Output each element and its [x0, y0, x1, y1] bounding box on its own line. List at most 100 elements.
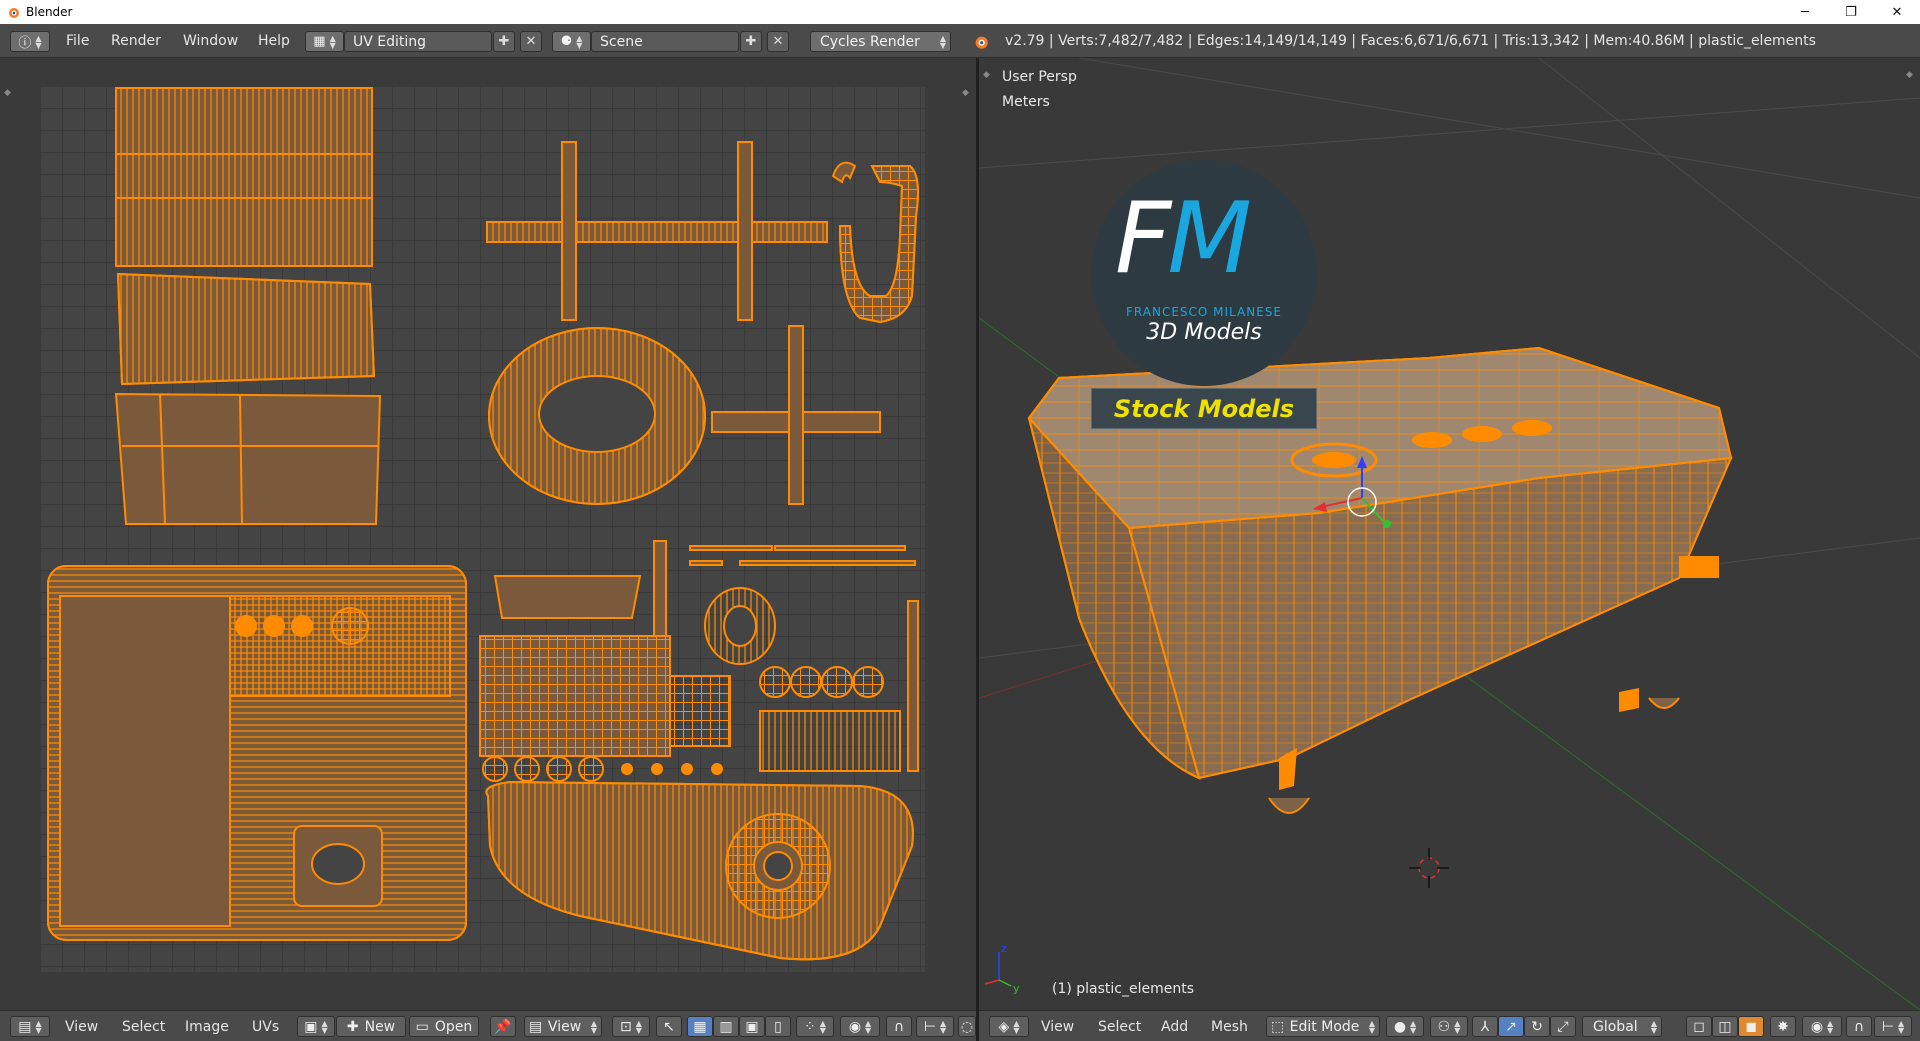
image-browse-button[interactable]: ▣ ▲ ▼ [297, 1016, 335, 1037]
uv-menu-uvs[interactable]: UVs [252, 1011, 279, 1041]
orientation-dropdown[interactable]: Global ▲ ▼ [1582, 1016, 1662, 1037]
snap-toggle[interactable]: ◉ ▲ ▼ [840, 1016, 880, 1037]
vertex-icon: ▦ [693, 1018, 707, 1035]
mode-label: Edit Mode [1289, 1018, 1360, 1035]
edge-select-button[interactable]: ◫ [1712, 1016, 1738, 1037]
overflow-button[interactable]: ◌ [958, 1016, 976, 1037]
translate-manipulator-button[interactable]: ↗ [1498, 1016, 1524, 1037]
uv-menu-select[interactable]: Select [122, 1011, 165, 1041]
editor-type-selector[interactable]: ▤ ▲ ▼ [10, 1016, 50, 1037]
snap-element-dropdown[interactable]: ⊢ ▲ ▼ [1874, 1016, 1912, 1037]
shading-dropdown[interactable]: ● ▲ ▼ [1386, 1016, 1424, 1037]
remove-screen-button[interactable]: ✕ [520, 31, 542, 52]
uv-image-editor[interactable]: ◆ ◆ [0, 58, 976, 1010]
menu-window[interactable]: Window [183, 24, 238, 58]
x-icon: ✕ [772, 34, 784, 49]
mode-dropdown[interactable]: ⬚ Edit Mode ▲ ▼ [1266, 1016, 1380, 1037]
plus-icon: ✚ [498, 34, 510, 49]
cube-icon: ◈ [998, 1018, 1010, 1035]
arrow-icon: ↗ [1505, 1018, 1517, 1035]
uv-canvas[interactable] [40, 86, 925, 972]
screen-layout-name[interactable]: UV Editing [344, 31, 492, 52]
plus-icon: ✚ [346, 1018, 359, 1035]
snap-target-dropdown[interactable]: ⊢ ▲ ▼ [916, 1016, 954, 1037]
view3d-menu-mesh[interactable]: Mesh [1211, 1011, 1248, 1041]
snap-target-icon: ⊢ [923, 1018, 937, 1035]
view3d-menu-view[interactable]: View [1041, 1011, 1074, 1041]
logo-author: FRANCESCO MILANESE [1126, 305, 1282, 319]
svg-text:y: y [1013, 982, 1020, 995]
proportional-edit-dropdown[interactable]: ⁘ ▲ ▼ [796, 1016, 834, 1037]
3d-viewport[interactable]: User Persp Meters ◆ ◆ z y FM FRANCESCO M… [979, 58, 1920, 1010]
add-screen-button[interactable]: ✚ [493, 31, 515, 52]
uv-menu-image[interactable]: Image [185, 1011, 229, 1041]
manipulator-toggle[interactable]: ⅄ [1472, 1016, 1498, 1037]
sticky-selection-button[interactable]: ↖ [656, 1016, 682, 1037]
edge-select-button[interactable]: ▥ [713, 1016, 739, 1037]
magnet-icon: ∩ [893, 1018, 905, 1035]
pivot-dropdown[interactable]: ⚇ ▲ ▼ [1430, 1016, 1468, 1037]
solid-shading-icon: ● [1393, 1018, 1407, 1035]
plus-icon: ✚ [745, 34, 757, 49]
image-mode-dropdown[interactable]: ▤ View ▲ ▼ [524, 1016, 602, 1037]
limit-selection-button[interactable]: ✸ [1770, 1016, 1796, 1037]
vertex-select-button[interactable]: ◻ [1686, 1016, 1712, 1037]
info-header: ⓘ ▲ ▼ File Render Window Help ▦ ▲ ▼ UV Editi… [0, 24, 1920, 58]
blender-logo-icon [975, 36, 988, 49]
render-engine-dropdown[interactable]: Cycles Render ▲ ▼ [810, 31, 951, 52]
folder-icon: ▭ [415, 1018, 429, 1035]
scene-selector[interactable]: ⚈ ▲ ▼ [552, 31, 591, 52]
manipulator-icon: ⅄ [1480, 1018, 1490, 1035]
proportional-icon: ◉ [1810, 1018, 1824, 1035]
snap-element-button[interactable]: ∩ [886, 1016, 912, 1037]
add-scene-button[interactable]: ✚ [740, 31, 762, 52]
snap-toggle[interactable]: ∩ [1846, 1016, 1872, 1037]
scene-name[interactable]: Scene [591, 31, 739, 52]
blender-window: Blender ─ ❐ ✕ ⓘ ▲ ▼ File Render Window Hel… [0, 0, 1920, 1041]
image-icon: ▣ [304, 1018, 318, 1035]
view3d-menu-add[interactable]: Add [1161, 1011, 1188, 1041]
editor-type-selector[interactable]: ◈ ▲ ▼ [989, 1016, 1029, 1037]
scale-icon: ⤢ [1557, 1018, 1569, 1035]
face-select-button[interactable]: ◼ [1738, 1016, 1764, 1037]
new-image-button[interactable]: ✚ New [336, 1016, 406, 1037]
menu-file[interactable]: File [66, 24, 89, 58]
maximize-button[interactable]: ❐ [1828, 0, 1874, 24]
view-mode-icon: ▤ [529, 1018, 543, 1035]
logo-letter-f: F [1115, 182, 1171, 296]
svg-text:z: z [1001, 942, 1007, 955]
proportional-edit-dropdown[interactable]: ◉ ▲ ▼ [1802, 1016, 1842, 1037]
blender-logo-icon [9, 8, 19, 18]
close-button[interactable]: ✕ [1874, 0, 1920, 24]
view3d-header: ◈ ▲ ▼ View Select Add Mesh ⬚ Edit Mode ▲ ▼ ● ▲… [979, 1010, 1920, 1041]
island-select-button[interactable]: ▯ [765, 1016, 791, 1037]
proportional-icon: ⁘ [804, 1018, 816, 1035]
pin-icon: 📌 [494, 1018, 512, 1035]
screen-layout-selector[interactable]: ▦ ▲ ▼ [305, 31, 344, 52]
window-title: Blender [26, 5, 73, 19]
vertex-select-button[interactable]: ▦ [687, 1016, 713, 1037]
remove-scene-button[interactable]: ✕ [767, 31, 789, 52]
pin-image-button[interactable]: 📌 [490, 1016, 516, 1037]
region-expand-icon[interactable]: ◆ [962, 88, 969, 98]
open-image-button[interactable]: ▭ Open [409, 1016, 479, 1037]
info-icon: ⓘ [18, 36, 32, 51]
snap-icon: ◉ [848, 1018, 862, 1035]
image-editor-icon: ▤ [18, 1018, 32, 1035]
face-select-button[interactable]: ▣ [739, 1016, 765, 1037]
active-object-label: (1) plastic_elements [1052, 981, 1195, 997]
editor-type-selector[interactable]: ⓘ ▲ ▼ [10, 31, 50, 52]
region-expand-icon[interactable]: ◆ [4, 88, 11, 98]
uv-menu-view[interactable]: View [65, 1011, 98, 1041]
new-image-label: New [364, 1018, 396, 1035]
view3d-menu-select[interactable]: Select [1098, 1011, 1141, 1041]
island-icon: ▯ [774, 1018, 782, 1035]
rotate-manipulator-button[interactable]: ↻ [1524, 1016, 1550, 1037]
menu-render[interactable]: Render [111, 24, 161, 58]
minimize-button[interactable]: ─ [1782, 0, 1828, 24]
menu-help[interactable]: Help [258, 24, 290, 58]
layout-grid-icon: ▦ [313, 34, 326, 49]
logo-letter-m: M [1167, 182, 1252, 296]
scale-manipulator-button[interactable]: ⤢ [1550, 1016, 1576, 1037]
pivot-dropdown[interactable]: ⊡ ▲ ▼ [612, 1016, 650, 1037]
